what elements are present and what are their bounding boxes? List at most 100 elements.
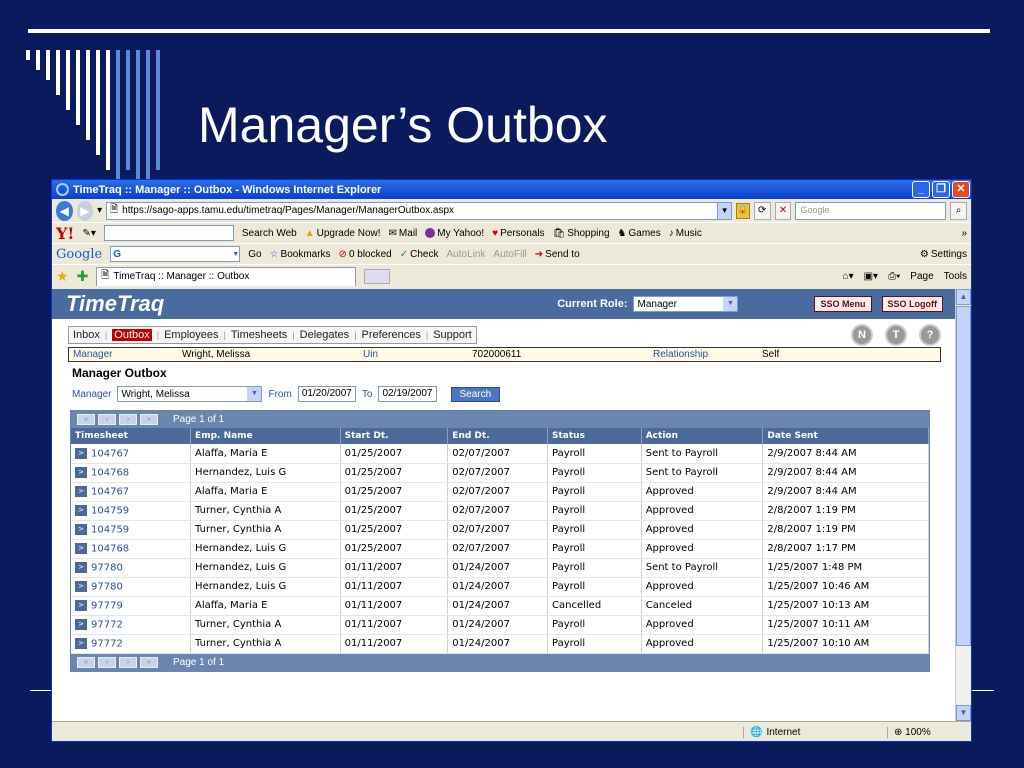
table-row[interactable]: >97779 Alaffa, Maria E 01/11/2007 01/24/200…: [71, 596, 929, 616]
feeds-icon[interactable]: ▣▾: [864, 271, 878, 282]
row-expand-icon[interactable]: >: [75, 466, 87, 478]
timesheet-id[interactable]: 104768: [91, 467, 129, 478]
scroll-up-icon[interactable]: ▲: [956, 289, 971, 305]
column-header[interactable]: Timesheet: [71, 428, 192, 444]
favorites-star-icon[interactable]: ★: [56, 268, 69, 285]
timesheet-id[interactable]: 97772: [91, 638, 123, 649]
back-button[interactable]: ◀: [56, 200, 73, 221]
first-page-button[interactable]: «: [77, 414, 95, 425]
column-header[interactable]: Status: [547, 428, 642, 444]
spell-check-button[interactable]: ✓ Check: [400, 249, 439, 260]
add-favorite-icon[interactable]: ✚: [77, 268, 89, 285]
table-row[interactable]: >97772 Turner, Cynthia A 01/11/2007 01/24/2…: [71, 634, 929, 654]
sso-logoff-button[interactable]: SSO Logoff: [881, 296, 943, 312]
scroll-down-icon[interactable]: ▼: [956, 705, 971, 721]
home-icon[interactable]: ⌂▾: [843, 271, 854, 282]
tools-menu-button[interactable]: Tools: [944, 271, 967, 282]
nav-preferences[interactable]: Preferences: [362, 329, 421, 341]
from-date-input[interactable]: 01/20/2007: [297, 386, 356, 402]
timesheet-id[interactable]: 104768: [91, 543, 129, 554]
column-header[interactable]: Date Sent: [762, 428, 929, 444]
table-row[interactable]: >97780 Hernandez, Luis G 01/11/2007 01/24/2…: [71, 577, 929, 597]
nav-support[interactable]: Support: [433, 329, 472, 341]
scroll-thumb[interactable]: [956, 306, 971, 646]
prev-page-button[interactable]: ‹: [98, 656, 116, 668]
role-select[interactable]: Manager ▼: [633, 296, 739, 312]
table-row[interactable]: >104768 Hernandez, Luis G 01/25/2007 02/07/…: [71, 463, 929, 483]
help-circle-button[interactable]: ?: [919, 323, 941, 346]
address-dropdown-icon[interactable]: ▼: [717, 202, 732, 219]
search-web-button[interactable]: Search Web: [242, 228, 297, 239]
autolink-button[interactable]: AutoLink: [447, 249, 486, 260]
row-expand-icon[interactable]: >: [75, 542, 87, 554]
bookmarks-button[interactable]: ☆ Bookmarks: [270, 249, 331, 260]
timesheet-link-cell[interactable]: >97779: [71, 596, 192, 616]
send-to-button[interactable]: ➔ Send to: [535, 249, 580, 260]
security-zone[interactable]: 🌐 Internet: [743, 727, 883, 738]
browser-tab[interactable]: 🗎 TimeTraq :: Manager :: Outbox: [96, 266, 357, 286]
toolbar-overflow-icon[interactable]: »: [961, 228, 967, 239]
search-button[interactable]: Search: [450, 386, 501, 402]
timesheet-link-cell[interactable]: >97780: [71, 577, 192, 597]
address-bar[interactable]: 🗎 https://sago-apps.tamu.edu/timetraq/Pa…: [106, 201, 733, 220]
row-expand-icon[interactable]: >: [75, 618, 87, 630]
close-button[interactable]: ✕: [952, 181, 970, 198]
upgrade-now-button[interactable]: ▲ Upgrade Now!: [305, 228, 381, 239]
nav-outbox[interactable]: Outbox: [112, 328, 152, 341]
last-page-button[interactable]: »: [140, 414, 158, 425]
my-yahoo-button[interactable]: My Yahoo!: [425, 228, 484, 239]
row-expand-icon[interactable]: >: [75, 504, 87, 516]
popup-blocked-button[interactable]: ⊘ 0 blocked: [339, 249, 392, 260]
prev-page-button[interactable]: ‹: [98, 414, 116, 425]
table-row[interactable]: >104767 Alaffa, Maria E 01/25/2007 02/07/20…: [71, 444, 929, 464]
restore-button[interactable]: ❐: [932, 181, 950, 198]
n-circle-button[interactable]: N: [851, 323, 873, 346]
vertical-scrollbar[interactable]: ▲ ▼: [955, 289, 971, 721]
timesheet-link-cell[interactable]: >97772: [71, 615, 192, 635]
google-search-input[interactable]: G ▼: [110, 246, 241, 262]
timesheet-id[interactable]: 104759: [91, 524, 129, 535]
google-logo[interactable]: Google: [56, 247, 102, 262]
pencil-icon[interactable]: ✎▾: [82, 228, 95, 239]
timesheet-id[interactable]: 97780: [91, 581, 123, 592]
to-date-input[interactable]: 02/19/2007: [378, 386, 437, 402]
timesheet-id[interactable]: 97779: [91, 600, 123, 611]
table-row[interactable]: >104759 Turner, Cynthia A 01/25/2007 02/07/…: [71, 520, 929, 540]
timesheet-link-cell[interactable]: >104768: [71, 539, 192, 559]
timesheet-link-cell[interactable]: >104768: [71, 463, 192, 483]
personals-button[interactable]: ♥ Personals: [492, 228, 544, 239]
search-input[interactable]: Google: [795, 201, 947, 220]
timesheet-link-cell[interactable]: >97780: [71, 558, 192, 578]
go-button[interactable]: Go: [248, 249, 261, 260]
history-dropdown-icon[interactable]: ▾: [97, 205, 102, 216]
table-row[interactable]: >104767 Alaffa, Maria E 01/25/2007 02/07/20…: [71, 482, 929, 502]
mail-button[interactable]: ✉ Mail: [389, 228, 418, 239]
row-expand-icon[interactable]: >: [75, 580, 87, 592]
zoom-control[interactable]: ⊕ 100%: [887, 727, 967, 738]
column-header[interactable]: Emp. Name: [190, 428, 341, 444]
page-menu-button[interactable]: Page: [910, 271, 933, 282]
settings-button[interactable]: ⚙ Settings: [920, 249, 967, 260]
timesheet-link-cell[interactable]: >104759: [71, 501, 192, 521]
refresh-icon[interactable]: ⟳: [753, 201, 771, 220]
timesheet-link-cell[interactable]: >104759: [71, 520, 192, 540]
timesheet-link-cell[interactable]: >97772: [71, 634, 192, 654]
lock-icon[interactable]: 🔒: [736, 202, 750, 219]
row-expand-icon[interactable]: >: [75, 637, 87, 649]
timesheet-id[interactable]: 97780: [91, 562, 123, 573]
last-page-button[interactable]: »: [140, 656, 158, 668]
nav-employees[interactable]: Employees: [164, 329, 218, 341]
table-row[interactable]: >104759 Turner, Cynthia A 01/25/2007 02/07/…: [71, 501, 929, 521]
next-page-button[interactable]: ›: [119, 656, 137, 668]
sso-menu-button[interactable]: SSO Menu: [814, 296, 872, 312]
forward-button[interactable]: ▶: [76, 200, 94, 221]
t-circle-button[interactable]: T: [885, 323, 907, 346]
timesheet-id[interactable]: 104759: [91, 505, 129, 516]
nav-timesheets[interactable]: Timesheets: [231, 329, 287, 341]
stop-icon[interactable]: ✕: [774, 201, 792, 220]
games-button[interactable]: ♞ Games: [618, 228, 661, 239]
music-button[interactable]: ♪ Music: [669, 228, 702, 239]
minimize-button[interactable]: _: [912, 181, 930, 198]
nav-inbox[interactable]: Inbox: [73, 329, 100, 341]
column-header[interactable]: Action: [641, 428, 764, 444]
